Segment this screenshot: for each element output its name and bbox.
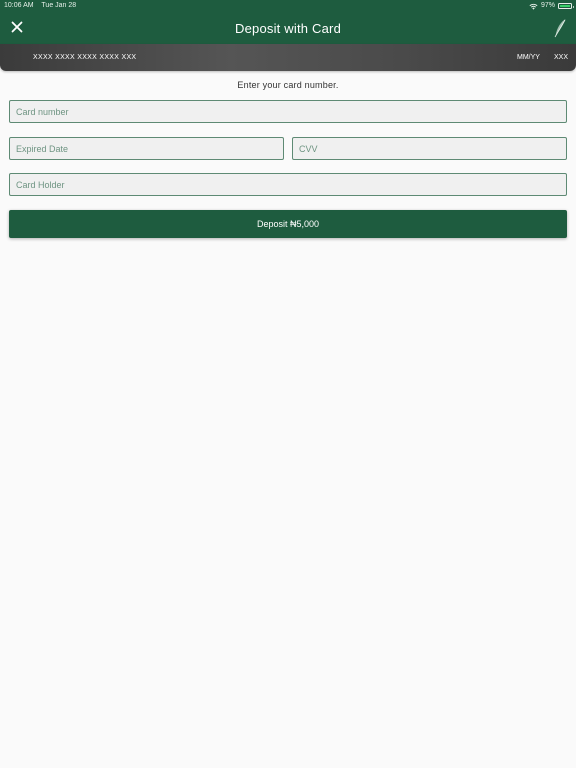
card-cvv-preview: XXX [554,54,569,61]
status-date: Tue Jan 28 [41,2,77,9]
card-holder-input[interactable] [9,173,567,196]
wifi-icon [529,3,538,10]
close-icon[interactable] [10,20,24,34]
deposit-button[interactable]: Deposit ₦5,000 [9,210,567,238]
cvv-input[interactable] [292,137,567,160]
card-expiry-preview: MM/YY [517,54,540,61]
battery-icon [558,3,574,9]
card-preview: XXXX XXXX XXXX XXXX XXX MM/YY XXX [0,44,576,71]
status-bar: 10:06 AM Tue Jan 28 97% [0,0,576,12]
status-right: 97% [529,0,574,12]
instruction-text: Enter your card number. [237,80,339,90]
page-title: Deposit with Card [235,20,341,36]
expiry-date-input[interactable] [9,137,284,160]
status-time: 10:06 AM [4,2,34,9]
nav-bar: Deposit with Card [0,12,576,44]
battery-percent: 97% [540,2,555,9]
feather-icon [554,19,566,38]
status-left: 10:06 AM Tue Jan 28 [4,0,82,12]
card-number-input[interactable] [9,100,567,123]
card-number-preview: XXXX XXXX XXXX XXXX XXX [33,54,137,61]
